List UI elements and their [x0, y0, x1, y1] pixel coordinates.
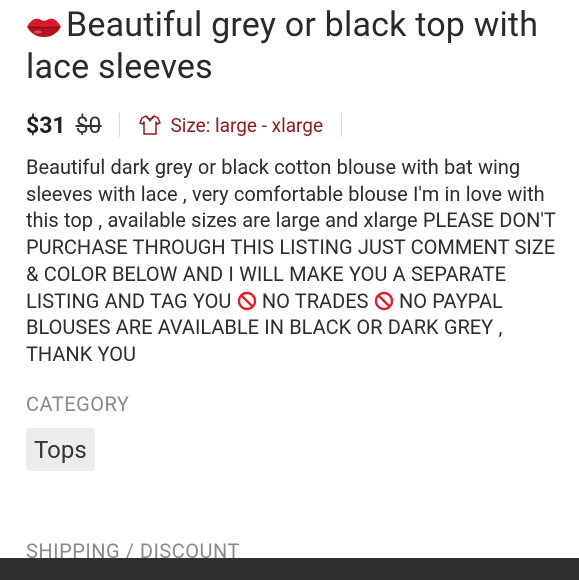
listing-content: Beautiful grey or black top with lace sl… — [26, 4, 561, 471]
no-entry-icon — [374, 291, 394, 311]
size-label: Size: large - xlarge — [170, 113, 324, 137]
divider — [119, 113, 121, 137]
listing-title: Beautiful grey or black top with lace sl… — [26, 4, 561, 88]
original-price: $0 — [75, 111, 102, 139]
size-info[interactable]: Size: large - xlarge — [138, 113, 323, 137]
listing-description: Beautiful dark grey or black cotton blou… — [26, 154, 561, 368]
description-text: NO TRADES — [256, 288, 374, 313]
bottom-bar — [0, 558, 579, 580]
shirt-icon — [138, 113, 162, 137]
price: $31 — [26, 111, 66, 139]
no-entry-icon — [237, 291, 257, 311]
category-heading: CATEGORY — [26, 391, 130, 416]
lips-icon — [26, 6, 62, 37]
divider — [341, 113, 343, 137]
category-tag[interactable]: Tops — [26, 427, 95, 471]
price-row: $31 $0 Size: large - xlarge — [26, 108, 561, 142]
listing-title-text: Beautiful grey or black top with lace sl… — [26, 5, 539, 87]
